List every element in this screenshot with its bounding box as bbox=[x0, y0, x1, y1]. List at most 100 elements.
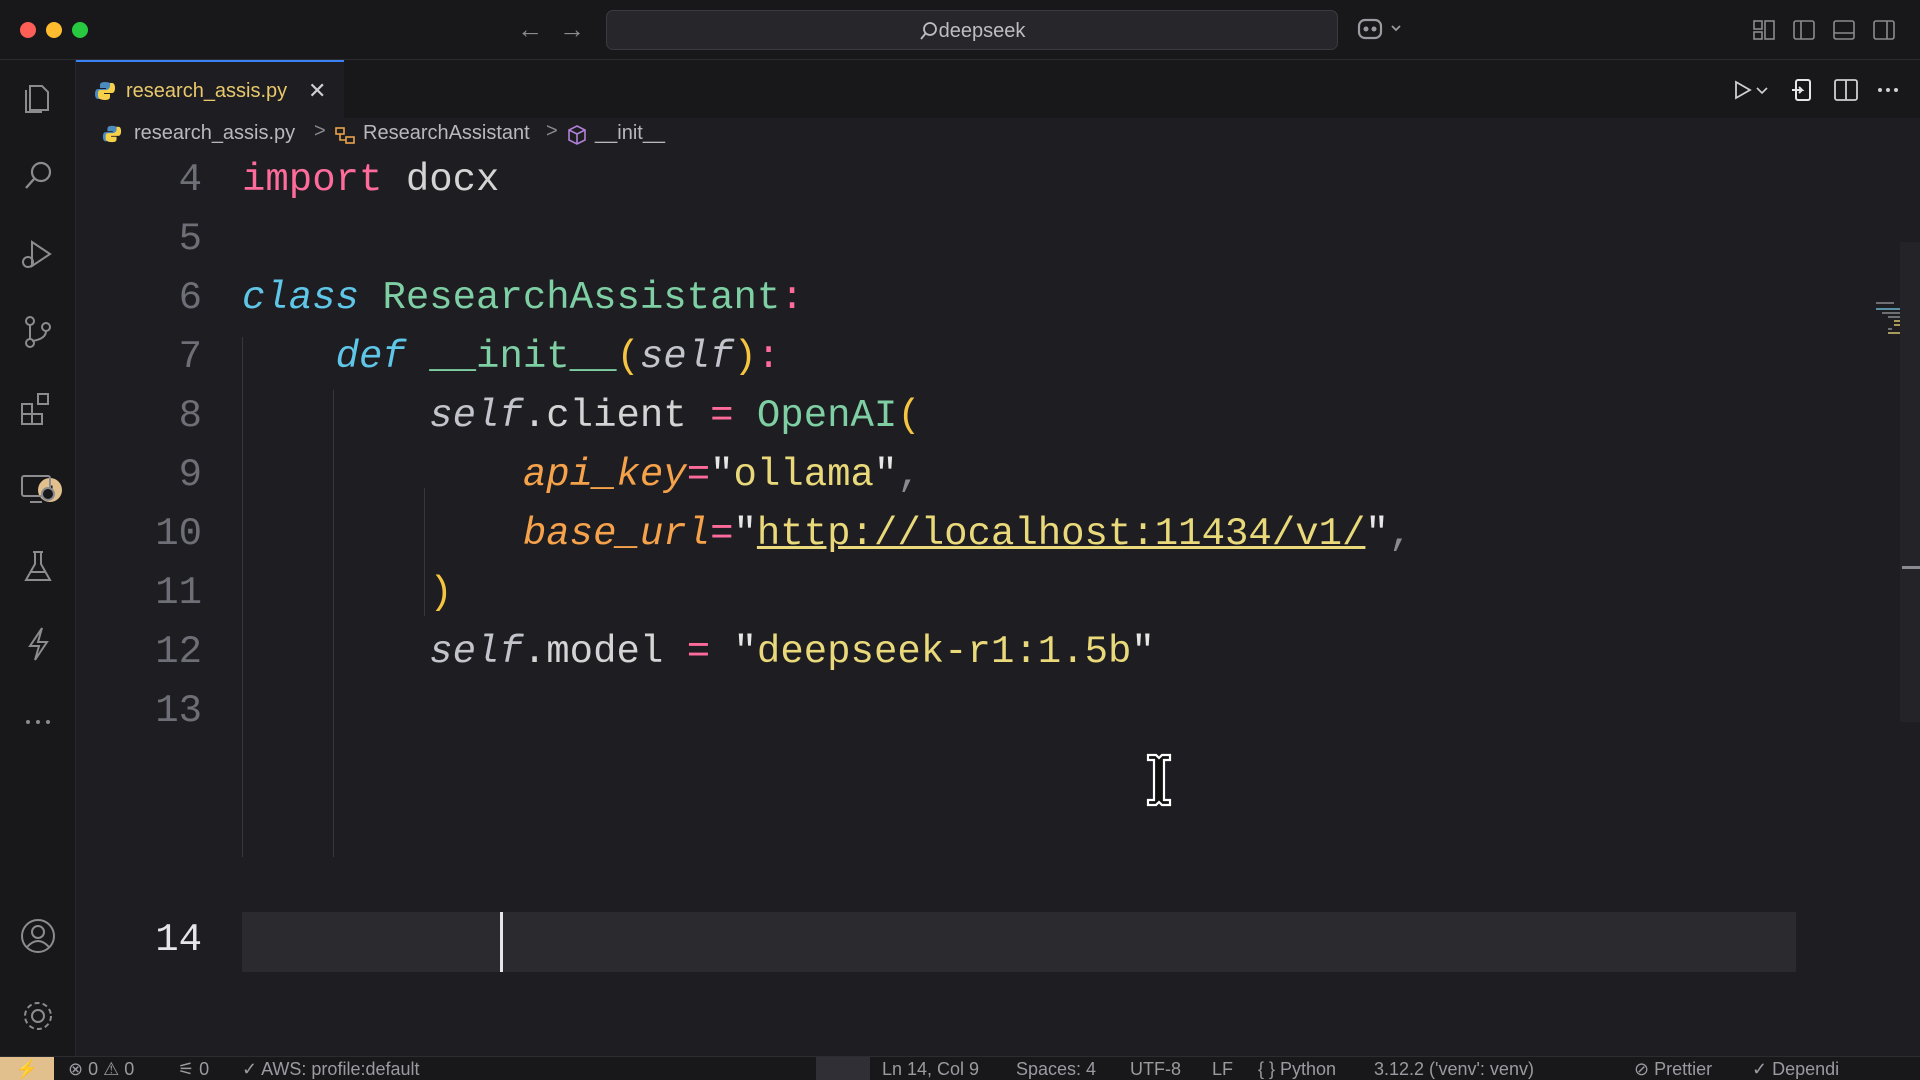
run-python-file-icon[interactable] bbox=[1728, 76, 1756, 104]
token-quote: " bbox=[873, 453, 898, 497]
code-line: 4 import docx bbox=[76, 152, 1796, 211]
zoom-indicator[interactable] bbox=[816, 1057, 870, 1080]
code-line: 10 base_url="http://localhost:11434/v1/"… bbox=[76, 506, 1796, 565]
breadcrumb-method[interactable]: __init__ bbox=[595, 122, 665, 145]
dependi-status[interactable]: ✓ Dependi bbox=[1752, 1059, 1839, 1080]
token-open-paren: ( bbox=[616, 335, 640, 379]
eol-status[interactable]: LF bbox=[1212, 1059, 1233, 1080]
aws-profile-status[interactable]: ✓ AWS: profile:default bbox=[242, 1059, 420, 1080]
line-number: 5 bbox=[178, 217, 202, 261]
maximize-window-button[interactable] bbox=[72, 22, 88, 38]
token-assign: = bbox=[686, 630, 711, 674]
token-string-ollama: ollama bbox=[733, 453, 874, 497]
token-self: self bbox=[429, 630, 523, 674]
accounts-icon[interactable] bbox=[18, 916, 58, 956]
source-control-icon[interactable] bbox=[18, 312, 58, 352]
python-interpreter-status[interactable]: 3.12.2 ('venv': venv) bbox=[1374, 1059, 1534, 1080]
activity-bar: 4 bbox=[0, 60, 76, 1056]
ports-status[interactable]: ⚟ 0 bbox=[178, 1059, 209, 1080]
remote-explorer-icon[interactable] bbox=[18, 468, 58, 508]
token-url-link[interactable]: http://localhost:11434/v1/ bbox=[757, 512, 1366, 556]
token-equals: = bbox=[710, 512, 734, 556]
testing-icon[interactable] bbox=[18, 546, 58, 586]
prettier-status[interactable]: ⊘ Prettier bbox=[1634, 1059, 1712, 1080]
encoding-status[interactable]: UTF-8 bbox=[1130, 1059, 1181, 1080]
minimize-window-button[interactable] bbox=[46, 22, 62, 38]
code-line: 5 bbox=[76, 211, 1796, 270]
forward-arrow-icon[interactable]: → bbox=[556, 14, 588, 46]
tab-label: research_assis.py bbox=[126, 80, 288, 102]
more-actions-icon[interactable] bbox=[1874, 76, 1902, 104]
line-number: 11 bbox=[155, 571, 202, 615]
close-tab-icon[interactable]: ✕ bbox=[308, 78, 326, 104]
code-line: 11 ) bbox=[76, 565, 1796, 624]
line-number: 10 bbox=[155, 512, 202, 556]
line-number: 9 bbox=[178, 453, 202, 497]
indentation-status[interactable]: Spaces: 4 bbox=[1016, 1059, 1096, 1080]
token-arg-base-url: base_url bbox=[522, 512, 711, 556]
token-import: import bbox=[242, 158, 383, 202]
line-number: 13 bbox=[155, 689, 202, 733]
toggle-secondary-sidebar-icon[interactable] bbox=[1872, 18, 1896, 42]
line-number-active: 14 bbox=[155, 918, 202, 962]
token-quote: " bbox=[733, 630, 757, 674]
breadcrumb-class[interactable]: ResearchAssistant bbox=[363, 122, 530, 145]
token-comma: , bbox=[1388, 512, 1413, 556]
search-icon[interactable] bbox=[18, 156, 58, 196]
token-close-paren: ) bbox=[733, 335, 757, 379]
token-quote: " bbox=[1131, 630, 1155, 674]
tab-bar: research_assis.py ✕ bbox=[76, 60, 1920, 118]
line-number: 8 bbox=[178, 394, 202, 438]
token-equals: = bbox=[686, 453, 711, 497]
token-attr-client: .client bbox=[522, 394, 687, 438]
token-colon: : bbox=[756, 335, 781, 379]
token-quote: " bbox=[1365, 512, 1389, 556]
token-class-name: ResearchAssistant bbox=[382, 276, 781, 320]
back-arrow-icon[interactable]: ← bbox=[514, 14, 546, 46]
editor-scrollbar[interactable] bbox=[1900, 242, 1920, 722]
line-number: 6 bbox=[178, 276, 202, 320]
copilot-icon[interactable] bbox=[1356, 14, 1404, 46]
code-line: 14 bbox=[76, 912, 1796, 971]
explorer-icon[interactable] bbox=[18, 78, 58, 118]
token-colon: : bbox=[780, 276, 804, 320]
lightning-icon[interactable] bbox=[18, 624, 58, 664]
language-mode-status[interactable]: { } Python bbox=[1258, 1059, 1336, 1080]
command-center-search[interactable]: deepseek bbox=[606, 10, 1338, 50]
toggle-panel-icon[interactable] bbox=[1832, 18, 1856, 42]
breadcrumb-file[interactable]: research_assis.py bbox=[134, 122, 295, 145]
token-close-paren: ) bbox=[429, 571, 453, 615]
extensions-icon[interactable] bbox=[18, 390, 58, 430]
token-self-param: self bbox=[639, 335, 734, 379]
code-line: 6 class ResearchAssistant: bbox=[76, 270, 1796, 329]
token-arg-api-key: api_key bbox=[522, 453, 687, 497]
i-beam-cursor-icon bbox=[1146, 753, 1172, 807]
toggle-primary-sidebar-icon[interactable] bbox=[1792, 18, 1816, 42]
more-icon[interactable] bbox=[18, 702, 58, 742]
token-assign: = bbox=[710, 394, 734, 438]
code-line: 9 api_key="ollama", bbox=[76, 447, 1796, 506]
token-open-paren: ( bbox=[897, 394, 921, 438]
run-debug-icon[interactable] bbox=[18, 234, 58, 274]
token-string-model: deepseek-r1:1.5b bbox=[756, 630, 1132, 674]
problems-status[interactable]: ⊗ 0 ⚠ 0 bbox=[68, 1059, 134, 1080]
code-editor[interactable]: 4 import docx 5 6 class ResearchAssistan… bbox=[76, 152, 1920, 1056]
code-line: 12 self.model = "deepseek-r1:1.5b" bbox=[76, 624, 1796, 683]
customize-layout-icon[interactable] bbox=[1752, 18, 1776, 42]
method-cube-icon bbox=[568, 125, 586, 145]
breadcrumb: research_assis.py > ResearchAssistant > … bbox=[76, 118, 1920, 152]
close-window-button[interactable] bbox=[20, 22, 36, 38]
remote-indicator-icon[interactable]: ⚡ bbox=[0, 1057, 54, 1080]
token-openai: OpenAI bbox=[756, 394, 898, 438]
run-options-chevron-icon[interactable] bbox=[1754, 76, 1770, 104]
class-symbol-icon bbox=[335, 127, 355, 144]
open-changes-icon[interactable] bbox=[1790, 76, 1818, 104]
settings-gear-icon[interactable] bbox=[18, 996, 58, 1036]
search-text: deepseek bbox=[938, 20, 1026, 42]
split-editor-icon[interactable] bbox=[1832, 76, 1860, 104]
line-number: 4 bbox=[178, 158, 202, 202]
tab-research-assis[interactable]: research_assis.py ✕ bbox=[76, 60, 344, 118]
cursor-position-status[interactable]: Ln 14, Col 9 bbox=[882, 1059, 979, 1080]
code-line: 7 def __init__(self): bbox=[76, 329, 1796, 388]
token-module: docx bbox=[405, 158, 500, 202]
